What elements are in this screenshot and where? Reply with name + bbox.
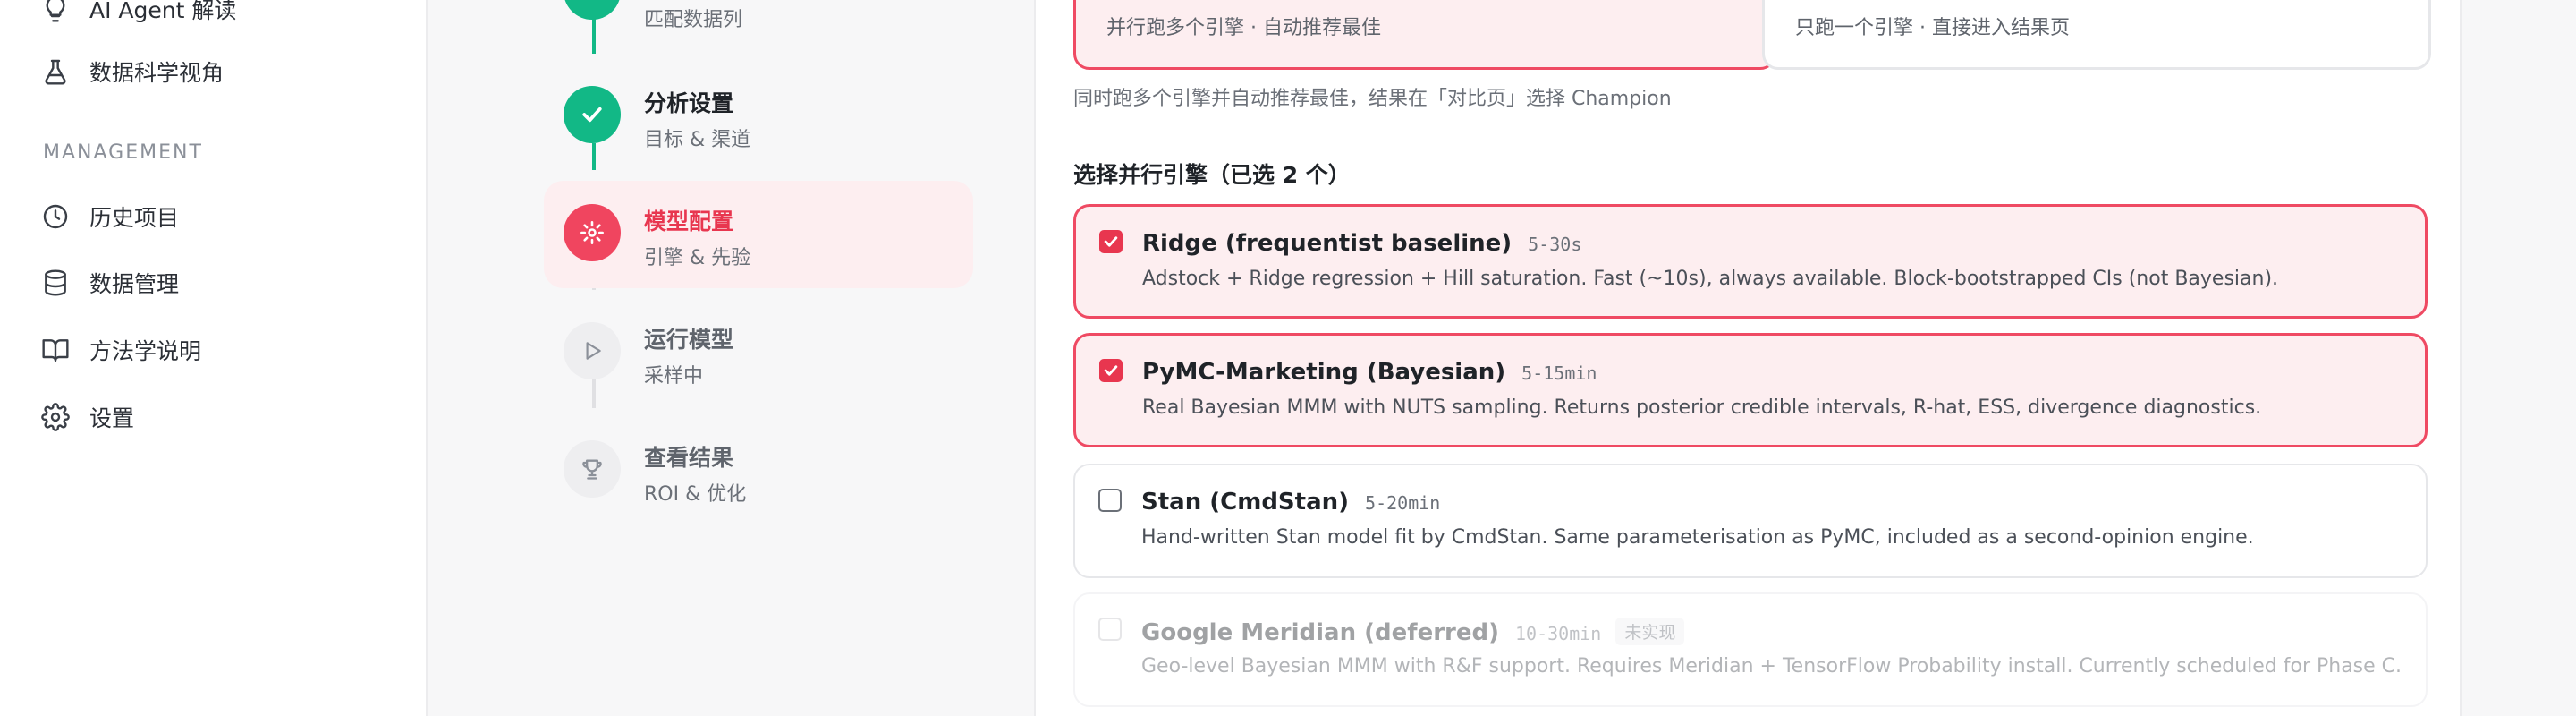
trophy-icon bbox=[582, 459, 602, 480]
sidebar-item-settings[interactable]: 设置 bbox=[41, 396, 134, 439]
mode-hint: 同时跑多个引擎并自动推荐最佳，结果在「对比页」选择 Champion bbox=[1073, 88, 1672, 110]
book-icon bbox=[42, 339, 69, 362]
sidebar-item-data-science[interactable]: 数据科学视角 bbox=[41, 50, 224, 93]
step-view-results[interactable]: 查看结果 ROI & 优化 bbox=[544, 417, 973, 524]
sidebar-item-label: 数据管理 bbox=[89, 271, 180, 297]
step-subtitle: 引擎 & 先验 bbox=[644, 247, 751, 269]
engine-name: Ridge (frequentist baseline) 5-30s bbox=[1142, 230, 1582, 257]
database-icon bbox=[45, 269, 66, 296]
engine-time: 10-30min bbox=[1515, 623, 1602, 644]
step-title: 查看结果 bbox=[644, 445, 734, 471]
sidebar-item-data-management[interactable]: 数据管理 bbox=[41, 261, 179, 304]
step-analysis-settings[interactable]: 分析设置 目标 & 渠道 bbox=[544, 59, 973, 166]
engine-checkbox[interactable] bbox=[1099, 359, 1123, 382]
step-subtitle: 目标 & 渠道 bbox=[644, 129, 751, 151]
engine-name: Stan (CmdStan) 5-20min bbox=[1141, 489, 1441, 516]
check-icon bbox=[582, 107, 602, 123]
mode-card-subtitle: 并行跑多个引擎 · 自动推荐最佳 bbox=[1106, 17, 1381, 39]
sidebar-item-label: 方法学说明 bbox=[89, 338, 202, 364]
step-title: 分析设置 bbox=[644, 90, 734, 116]
engines-section-title: 选择并行引擎（已选 2 个） bbox=[1073, 162, 1351, 188]
engine-name: PyMC-Marketing (Bayesian) 5-15min bbox=[1142, 359, 1597, 386]
flask-icon bbox=[45, 59, 66, 85]
step-run-model[interactable]: 运行模型 采样中 bbox=[544, 299, 973, 406]
engine-description: Hand-written Stan model fit by CmdStan. … bbox=[1141, 526, 2254, 549]
engine-option-stan[interactable]: Stan (CmdStan) 5-20min Hand-written Stan … bbox=[1073, 464, 2428, 578]
engine-time: 5-30s bbox=[1528, 234, 1582, 255]
lightbulb-icon bbox=[46, 0, 65, 22]
sidebar-item-history[interactable]: 历史项目 bbox=[41, 195, 179, 238]
model-config-panel: 并行跑多个引擎 · 自动推荐最佳 只跑一个引擎 · 直接进入结果页 同时跑多个引… bbox=[1034, 0, 2462, 716]
step-title: 模型配置 bbox=[644, 209, 734, 234]
check-icon bbox=[579, 0, 606, 4]
engine-checkbox[interactable] bbox=[1099, 230, 1123, 253]
step-done-dot bbox=[564, 86, 621, 143]
not-implemented-badge: 未实现 bbox=[1615, 618, 1685, 645]
engine-name: Google Meridian (deferred) 10-30min 未实现 bbox=[1141, 618, 1685, 646]
engine-description: Adstock + Ridge regression + Hill satura… bbox=[1142, 268, 2279, 290]
sidebar-section-label: MANAGEMENT bbox=[43, 141, 203, 164]
engine-time: 5-20min bbox=[1365, 492, 1441, 514]
engine-checkbox bbox=[1098, 618, 1122, 641]
step-todo-dot bbox=[564, 440, 621, 498]
engine-time: 5-15min bbox=[1521, 362, 1597, 384]
step-done-dot bbox=[564, 0, 621, 20]
sidebar-item-label: AI Agent 解读 bbox=[89, 0, 237, 23]
step-subtitle: 采样中 bbox=[644, 365, 704, 388]
step-subtitle: ROI & 优化 bbox=[644, 483, 747, 506]
play-icon bbox=[586, 342, 601, 360]
sidebar-item-label: 数据科学视角 bbox=[89, 60, 225, 86]
step-title: 运行模型 bbox=[644, 327, 734, 353]
app-sidebar: AI Agent 解读 数据科学视角 MANAGEMENT 历史项目 数据管理 … bbox=[0, 0, 428, 716]
engine-option-meridian: Google Meridian (deferred) 10-30min 未实现 Ge… bbox=[1073, 592, 2428, 707]
wizard-steps: 匹配数据列 分析设置 目标 & 渠道 模型配置 引擎 & 先验 运行模型 采样中… bbox=[429, 0, 1034, 716]
engine-description: Geo-level Bayesian MMM with R&F support.… bbox=[1141, 655, 2402, 678]
step-active-dot bbox=[564, 204, 621, 261]
sidebar-item-label: 设置 bbox=[89, 405, 135, 431]
gear-icon bbox=[41, 403, 70, 431]
check-icon bbox=[1104, 365, 1118, 376]
mode-card-single[interactable]: 只跑一个引擎 · 直接进入结果页 bbox=[1762, 0, 2431, 70]
engine-option-ridge[interactable]: Ridge (frequentist baseline) 5-30s Adstoc… bbox=[1073, 204, 2428, 319]
engine-option-pymc[interactable]: PyMC-Marketing (Bayesian) 5-15min Real Ba… bbox=[1073, 333, 2428, 448]
step-model-config[interactable]: 模型配置 引擎 & 先验 bbox=[544, 181, 973, 288]
sidebar-item-methodology[interactable]: 方法学说明 bbox=[41, 328, 201, 371]
clock-icon bbox=[43, 204, 68, 229]
step-match-columns[interactable]: 匹配数据列 bbox=[544, 0, 973, 52]
engine-description: Real Bayesian MMM with NUTS sampling. Re… bbox=[1142, 396, 2262, 419]
mode-card-subtitle: 只跑一个引擎 · 直接进入结果页 bbox=[1795, 17, 2070, 39]
step-subtitle: 匹配数据列 bbox=[644, 9, 743, 31]
check-icon bbox=[1104, 236, 1118, 247]
gear-icon bbox=[580, 221, 604, 244]
sidebar-item-ai-agent[interactable]: AI Agent 解读 bbox=[41, 0, 236, 30]
engine-checkbox[interactable] bbox=[1098, 489, 1122, 512]
step-todo-dot bbox=[564, 322, 621, 379]
mode-card-parallel[interactable]: 并行跑多个引擎 · 自动推荐最佳 bbox=[1073, 0, 1776, 70]
sidebar-item-label: 历史项目 bbox=[89, 205, 180, 231]
